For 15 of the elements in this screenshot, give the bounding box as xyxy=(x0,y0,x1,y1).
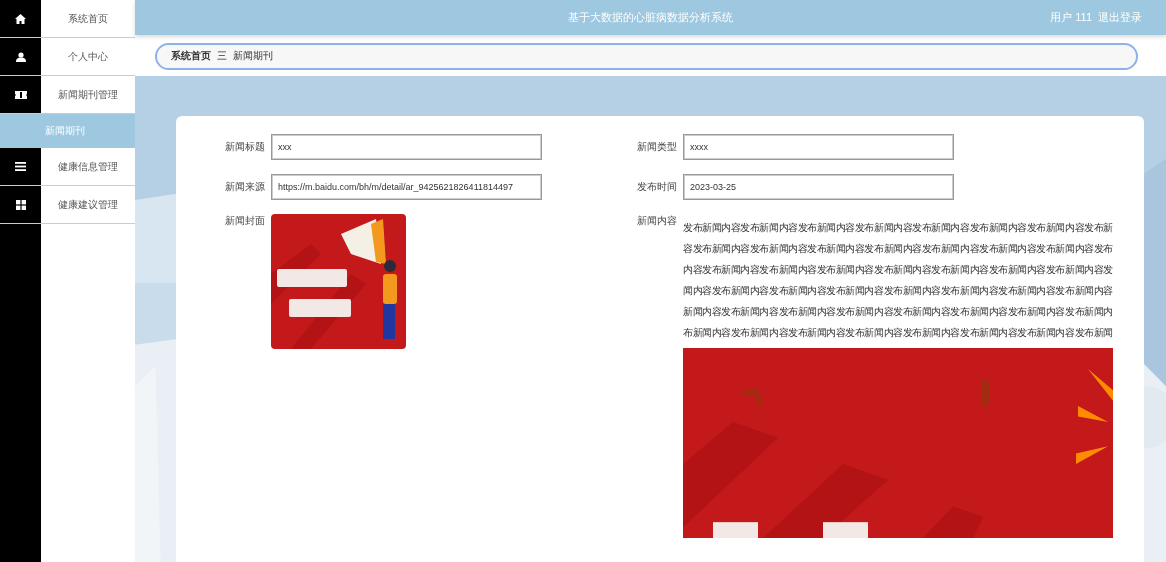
breadcrumb-item[interactable]: 系统首页 xyxy=(171,50,211,63)
sidebar-item[interactable]: 健康建议管理 xyxy=(0,186,135,224)
user-icon xyxy=(15,51,26,62)
sidebar-item[interactable]: 个人中心 xyxy=(0,38,135,76)
app-title: 基于大数据的心脏病数据分析系统 xyxy=(568,10,733,25)
user-name: 用户 111 xyxy=(1050,10,1092,25)
ticket-icon xyxy=(14,90,27,99)
breadcrumb-separator: 三 xyxy=(217,50,227,63)
grid-icon xyxy=(15,199,26,210)
sidebar-item[interactable]: 健康信息管理 xyxy=(0,148,135,186)
list-icon xyxy=(15,162,26,171)
breadcrumb-item: 新闻期刊 xyxy=(233,50,273,63)
home-icon xyxy=(15,13,26,24)
sidebar-item[interactable]: 系统首页 xyxy=(0,0,135,38)
sidebar-item[interactable]: 新闻期刊管理 xyxy=(0,76,135,114)
